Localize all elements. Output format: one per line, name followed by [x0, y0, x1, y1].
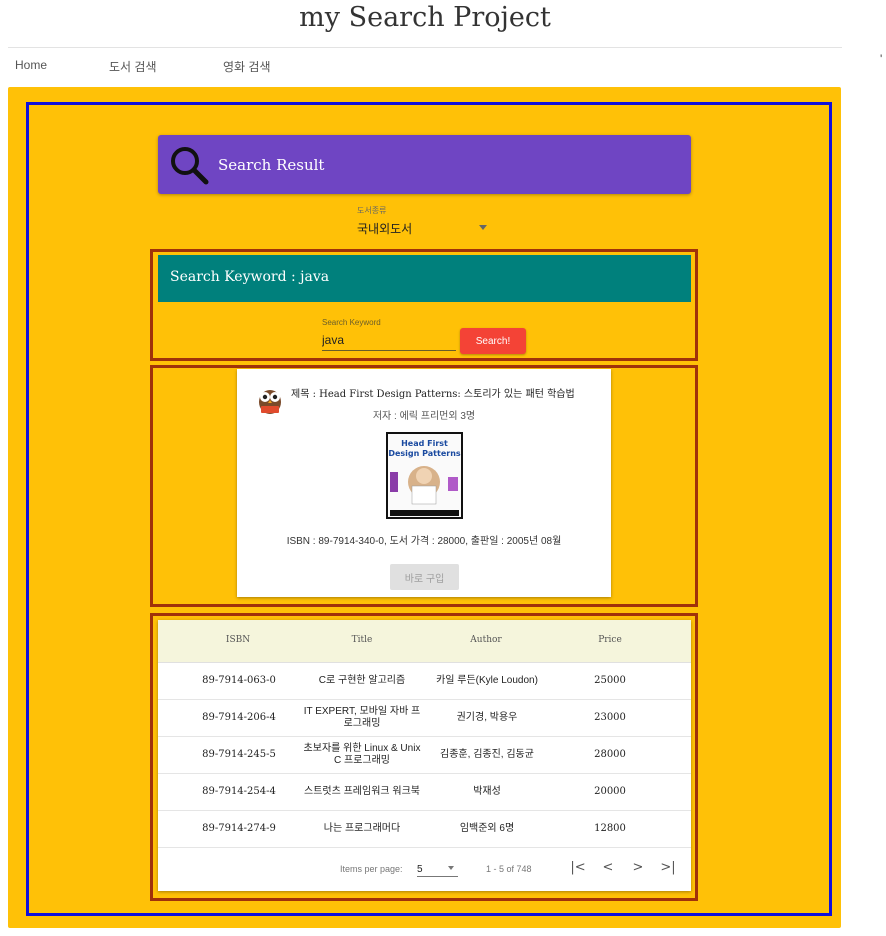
- cell-title: C로 구현한 알고리즘: [318, 675, 406, 686]
- cell-author: 김종훈, 김종진, 김동균: [440, 749, 534, 760]
- book-category-label: 도서종류: [357, 206, 387, 215]
- cell-title: 초보자를 위한 Linux & Unix C 프로그래밍: [303, 743, 421, 766]
- search-result-banner: Search Result: [158, 135, 691, 194]
- cell-isbn: 89-7914-245-5: [202, 749, 276, 760]
- book-title: 제목 : Head First Design Patterns: 스토리가 있는…: [291, 389, 575, 400]
- last-page-icon[interactable]: >|: [658, 858, 678, 878]
- buy-button[interactable]: 바로 구입: [390, 564, 459, 590]
- nav-home[interactable]: Home: [15, 58, 47, 72]
- keyword-banner-text: Search Keyword : java: [170, 269, 330, 285]
- cell-author: 권기경, 박용우: [456, 712, 518, 723]
- cell-title: IT EXPERT, 모바일 자바 프로그래밍: [303, 706, 421, 729]
- keyword-input[interactable]: [322, 330, 456, 351]
- nav-movie-search[interactable]: 영화 검색: [223, 58, 271, 75]
- chevron-down-icon: [448, 866, 454, 870]
- cover-title-line1: Head First: [401, 439, 448, 448]
- cell-title: 스트럿츠 프레임워크 워크북: [304, 786, 420, 797]
- cell-price: 23000: [594, 712, 626, 723]
- stray-mark: ': [880, 52, 883, 66]
- app-title: my Search Project: [299, 2, 551, 33]
- book-card: 제목 : Head First Design Patterns: 스토리가 있는…: [237, 369, 611, 597]
- cell-author: 임백준외 6명: [459, 823, 515, 834]
- first-page-icon[interactable]: |<: [568, 858, 588, 878]
- cell-price: 28000: [594, 749, 626, 760]
- cell-title: 나는 프로그래머다: [323, 823, 401, 834]
- items-per-page-label: Items per page:: [340, 864, 403, 874]
- cell-price: 25000: [594, 675, 626, 686]
- header-divider: [8, 47, 842, 48]
- column-header-price[interactable]: Price: [580, 635, 640, 645]
- page-size-value: 5: [417, 864, 423, 875]
- top-nav: Home 도서 검색 영화 검색: [0, 58, 850, 78]
- cell-isbn: 89-7914-206-4: [202, 712, 276, 723]
- magnifier-icon: [171, 147, 209, 185]
- cell-isbn: 89-7914-254-4: [202, 786, 276, 797]
- keyword-field-label: Search Keyword: [322, 318, 381, 327]
- book-category-value: 국내외도서: [357, 222, 413, 236]
- cell-author: 박재성: [473, 786, 501, 797]
- table-header: ISBN Title Author Price: [158, 620, 691, 663]
- cell-author: 카일 루든(Kyle Loudon): [436, 675, 538, 686]
- book-cover-image: Head First Design Patterns: [386, 432, 463, 519]
- cell-isbn: 89-7914-274-9: [202, 823, 276, 834]
- table-row[interactable]: 89-7914-274-9 나는 프로그래머다 임백준외 6명 12800: [158, 811, 691, 848]
- cover-title-line2: Design Patterns: [388, 449, 461, 458]
- column-header-title[interactable]: Title: [322, 635, 402, 645]
- book-author: 저자 : 에릭 프리먼외 3명: [372, 411, 476, 422]
- results-table: ISBN Title Author Price 89-7914-063-0 C로…: [158, 620, 691, 891]
- search-button[interactable]: Search!: [460, 328, 526, 354]
- cell-price: 12800: [594, 823, 626, 834]
- cell-price: 20000: [594, 786, 626, 797]
- page-range: 1 - 5 of 748: [486, 864, 532, 874]
- keyword-banner: Search Keyword : java: [158, 255, 691, 302]
- table-row[interactable]: 89-7914-254-4 스트럿츠 프레임워크 워크북 박재성 20000: [158, 774, 691, 811]
- nav-book-search[interactable]: 도서 검색: [109, 58, 157, 75]
- paginator: Items per page: 5 1 - 5 of 748 |< < > >|: [158, 846, 691, 891]
- table-row[interactable]: 89-7914-063-0 C로 구현한 알고리즘 카일 루든(Kyle Lou…: [158, 663, 691, 700]
- search-result-label: Search Result: [218, 156, 325, 174]
- table-row[interactable]: 89-7914-245-5 초보자를 위한 Linux & Unix C 프로그…: [158, 737, 691, 774]
- column-header-isbn[interactable]: ISBN: [208, 635, 268, 645]
- book-details: ISBN : 89-7914-340-0, 도서 가격 : 28000, 출판일…: [286, 536, 562, 547]
- previous-page-icon[interactable]: <: [598, 858, 618, 878]
- page-size-select[interactable]: 5: [417, 860, 458, 877]
- cell-isbn: 89-7914-063-0: [202, 675, 276, 686]
- table-row[interactable]: 89-7914-206-4 IT EXPERT, 모바일 자바 프로그래밍 권기…: [158, 700, 691, 737]
- next-page-icon[interactable]: >: [628, 858, 648, 878]
- column-header-author[interactable]: Author: [446, 635, 526, 645]
- chevron-down-icon: [479, 225, 487, 230]
- book-category-select[interactable]: 도서종류 국내외도서: [357, 205, 491, 236]
- keyword-field: Search Keyword: [322, 318, 456, 352]
